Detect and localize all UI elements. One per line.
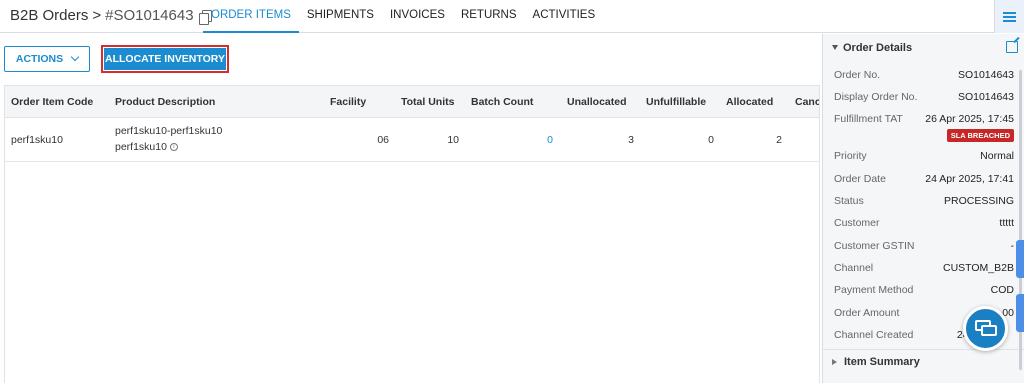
detail-label: Channel Created — [834, 329, 914, 341]
chat-icon — [974, 320, 997, 337]
unallocated-cell: 3 — [628, 134, 634, 146]
detail-label: Priority — [834, 150, 867, 162]
chevron-down-icon — [70, 52, 80, 62]
detail-value: SO1014643 — [957, 69, 1014, 81]
caret-down-icon — [832, 45, 838, 50]
detail-label: Order No. — [834, 69, 881, 81]
total-units-cell: 10 — [447, 134, 459, 146]
col-facility[interactable]: Facility — [330, 86, 390, 118]
breadcrumb-root[interactable]: B2B Orders — [10, 7, 88, 24]
caret-right-icon — [832, 358, 837, 365]
edit-icon[interactable] — [1006, 41, 1018, 53]
product-sku: perf1sku10 i — [115, 141, 178, 153]
detail-fulfillment-tat: Fulfillment TAT 26 Apr 2025, 17:45 SLA BRE… — [834, 113, 1014, 143]
tab-bar: ORDER ITEMS SHIPMENTS INVOICES RETURNS A… — [203, 0, 603, 33]
col-total-units[interactable]: Total Units — [401, 86, 471, 118]
detail-label: Customer GSTIN — [834, 240, 915, 252]
detail-label: Status — [834, 195, 864, 207]
toolbar: ACTIONS ALLOCATE INVENTORY — [0, 34, 820, 84]
detail-label: Customer — [834, 217, 880, 229]
product-description: perf1sku10-perf1sku10 — [115, 125, 223, 137]
table-header: Order Item Code Product Description Faci… — [5, 86, 819, 118]
detail-value: CUSTOM_B2B — [943, 262, 1014, 274]
detail-label: Fulfillment TAT — [834, 113, 903, 125]
detail-label: Channel — [834, 262, 874, 274]
allocate-highlight: ALLOCATE INVENTORY — [101, 45, 229, 73]
tab-returns[interactable]: RETURNS — [453, 0, 525, 33]
col-order-item-code[interactable]: Order Item Code — [11, 86, 111, 118]
tab-order-items[interactable]: ORDER ITEMS — [203, 0, 299, 33]
order-details-header[interactable]: Order Details — [823, 34, 1024, 61]
table-row[interactable]: perf1sku10 perf1sku10-perf1sku10 perf1sk… — [5, 118, 819, 162]
tab-invoices[interactable]: INVOICES — [382, 0, 453, 33]
detail-value: SO1014643 — [957, 91, 1014, 103]
order-items-table: Order Item Code Product Description Faci… — [4, 85, 820, 383]
detail-label: Order Date — [834, 173, 886, 185]
item-summary-title: Item Summary — [844, 355, 920, 368]
detail-label: Payment Method — [834, 284, 914, 296]
hamburger-icon — [1003, 11, 1016, 22]
side-tab-upper[interactable] — [1016, 240, 1024, 278]
breadcrumb: B2B Orders > #SO1014643 — [10, 7, 213, 25]
detail-value: PROCESSING — [943, 195, 1014, 207]
col-batch-count[interactable]: Batch Count — [471, 86, 561, 118]
tab-activities[interactable]: ACTIVITIES — [525, 0, 604, 33]
actions-button[interactable]: ACTIONS — [4, 46, 90, 72]
allocate-inventory-button[interactable]: ALLOCATE INVENTORY — [104, 48, 226, 70]
detail-value: Normal — [980, 150, 1014, 162]
detail-label: Order Amount — [834, 307, 900, 319]
col-unallocated[interactable]: Unallocated — [567, 86, 642, 118]
menu-button[interactable] — [994, 0, 1024, 33]
detail-value: - — [1010, 240, 1015, 252]
detail-value: ttttt — [999, 217, 1014, 229]
col-unfulfillable[interactable]: Unfulfillable — [646, 86, 722, 118]
order-details-title: Order Details — [843, 41, 913, 54]
top-bar: B2B Orders > #SO1014643 ORDER ITEMS SHIP… — [0, 0, 1024, 33]
detail-value: 26 Apr 2025, 17:45 — [925, 113, 1014, 125]
detail-label: Display Order No. — [834, 91, 918, 103]
detail-value: COD — [990, 284, 1014, 296]
chat-button[interactable] — [963, 306, 1008, 351]
tab-shipments[interactable]: SHIPMENTS — [299, 0, 382, 33]
batch-count-link[interactable]: 0 — [471, 134, 553, 146]
col-cancelled[interactable]: Cance — [795, 86, 819, 118]
unfulfillable-cell: 0 — [708, 134, 714, 146]
detail-value: 24 Apr 2025, 17:41 — [925, 173, 1014, 185]
col-product-description[interactable]: Product Description — [115, 86, 315, 118]
actions-label: ACTIONS — [15, 53, 64, 65]
product-sku-text: perf1sku10 — [115, 141, 167, 153]
col-allocated[interactable]: Allocated — [726, 86, 788, 118]
order-item-code: perf1sku10 — [11, 134, 63, 146]
allocated-cell: 2 — [776, 134, 782, 146]
sla-breached-badge: SLA BREACHED — [946, 129, 1014, 142]
info-icon[interactable]: i — [169, 143, 178, 152]
side-tab-lower[interactable] — [1016, 294, 1024, 332]
facility-cell: 06 — [377, 134, 389, 146]
item-summary-header[interactable]: Item Summary — [823, 349, 1024, 373]
breadcrumb-separator: > — [92, 7, 102, 24]
order-code: #SO1014643 — [105, 7, 194, 24]
